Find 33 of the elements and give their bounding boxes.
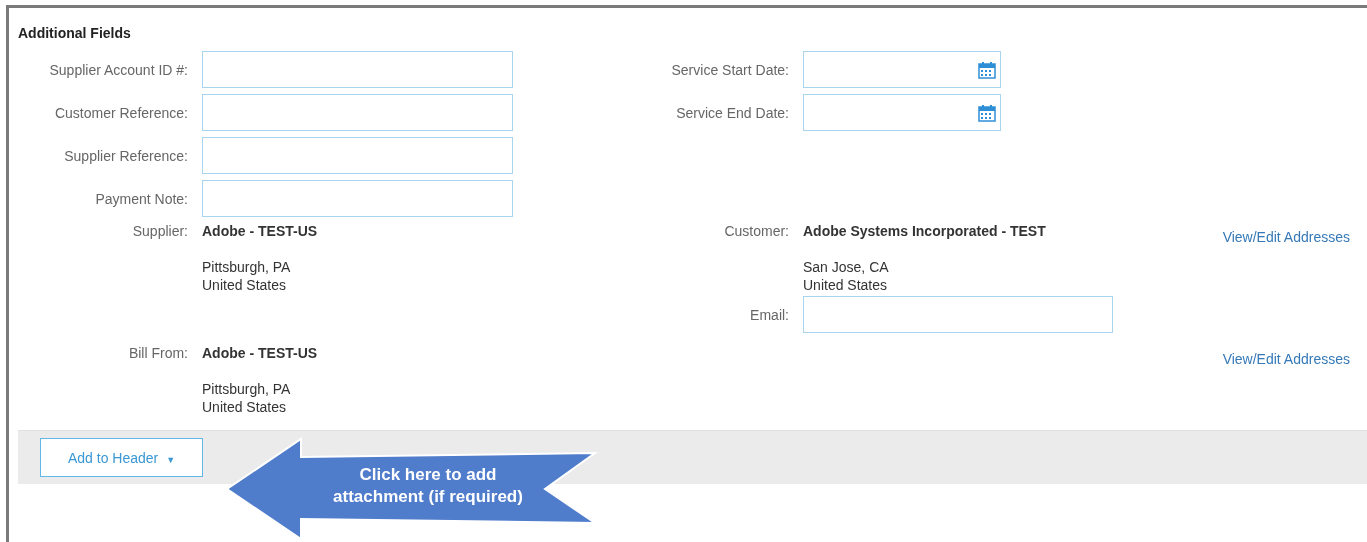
party-name: Adobe Systems Incorporated - TEST [803,223,1047,239]
address-city: Pittsburgh, PA [202,258,292,276]
calendar-icon[interactable] [978,60,996,79]
address-label: Customer: [723,223,790,241]
field-label: Customer Reference: [53,103,189,123]
date-field[interactable] [803,51,1001,88]
input-field[interactable] [202,51,513,88]
party-name: Adobe - TEST-US [202,223,319,239]
date-field[interactable] [803,94,1001,131]
input-field[interactable] [202,137,513,174]
address-country: United States [803,276,889,294]
address-city: Pittsburgh, PA [202,380,292,398]
address-city: San Jose, CA [803,258,890,276]
address-label: Bill From: [127,345,189,363]
field-label: Email: [749,305,790,325]
view-edit-addresses-link[interactable]: View/Edit Addresses [1222,351,1350,367]
add-to-header-button[interactable]: Add to Header ▼ [40,438,203,477]
view-edit-addresses-link[interactable]: View/Edit Addresses [1222,229,1350,245]
input-field[interactable] [202,94,513,131]
field-label: Service End Date: [675,103,790,123]
field-label: Supplier Reference: [63,146,189,166]
address-country: United States [202,398,288,416]
calendar-icon[interactable] [978,103,996,122]
field-label: Supplier Account ID #: [48,60,189,80]
address-country: United States [202,276,288,294]
field-label: Payment Note: [94,189,189,209]
address-label: Supplier: [131,223,189,241]
callout-text: Click here to add attachment (if required) [333,464,523,508]
email-field[interactable] [803,296,1113,333]
field-label: Service Start Date: [670,60,790,80]
party-name: Adobe - TEST-US [202,345,319,361]
input-field[interactable] [202,180,513,217]
section-title: Additional Fields [18,24,132,43]
